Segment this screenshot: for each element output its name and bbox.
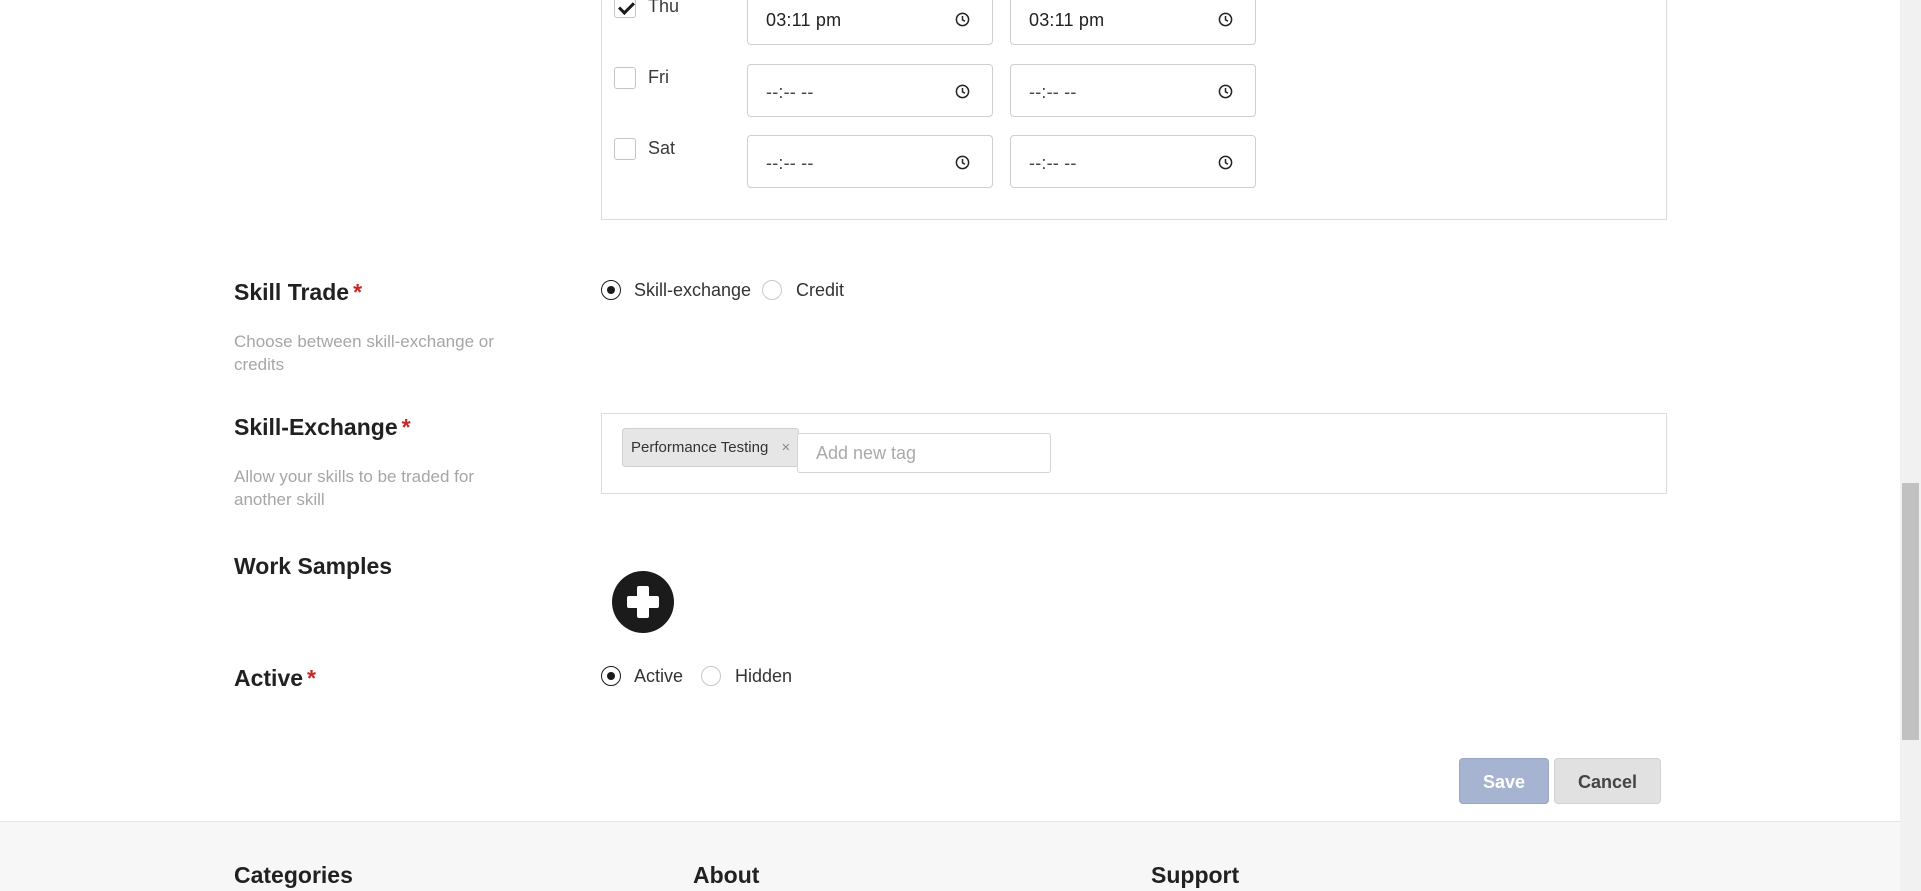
skill-trade-label-text: Skill Trade (234, 279, 350, 305)
end-time-input-sat[interactable]: --:-- -- (1010, 135, 1256, 188)
clock-icon[interactable] (1218, 155, 1233, 170)
active-label: Active * (234, 665, 316, 692)
clock-icon[interactable] (1218, 84, 1233, 99)
start-time-value-sat: --:-- -- (766, 153, 814, 173)
skill-trade-help: Choose between skill-exchange or credits (234, 332, 494, 374)
day-checkbox-thu[interactable] (614, 0, 636, 18)
required-marker: * (307, 665, 316, 691)
hidden-radio[interactable] (701, 666, 721, 686)
skill-exchange-help: Allow your skills to be traded for anoth… (234, 467, 474, 509)
required-marker: * (353, 279, 363, 305)
clock-icon[interactable] (955, 84, 970, 99)
footer-heading-categories: Categories (234, 862, 353, 888)
footer: Categories About Support (0, 821, 1900, 891)
start-time-input-fri[interactable]: --:-- -- (747, 64, 993, 117)
availability-row-fri: Fri --:-- -- --:-- -- (614, 64, 1264, 119)
skill-exchange-radio[interactable] (601, 280, 621, 300)
clock-icon[interactable] (955, 155, 970, 170)
skill-exchange-label-text: Skill-Exchange (234, 414, 398, 440)
clock-icon[interactable] (955, 12, 970, 27)
skill-exchange-label: Skill-Exchange * (234, 414, 411, 441)
credit-radio-label[interactable]: Credit (796, 280, 844, 301)
start-time-value-thu: 03:11 pm (766, 10, 842, 30)
availability-row-thu: Thu 03:11 pm 03:11 pm (614, 0, 1264, 48)
end-time-value-thu: 03:11 pm (1029, 10, 1105, 30)
active-radio-label[interactable]: Active (634, 666, 683, 687)
footer-heading-support: Support (1151, 862, 1240, 888)
tag-remove-icon[interactable]: × (782, 429, 791, 466)
skill-tag-label: Performance Testing (631, 439, 769, 456)
start-time-input-thu[interactable]: 03:11 pm (747, 0, 993, 45)
vertical-scrollbar[interactable] (1900, 0, 1921, 891)
day-checkbox-fri[interactable] (614, 67, 636, 89)
day-checkbox-sat[interactable] (614, 138, 636, 160)
day-label-thu: Thu (648, 0, 680, 16)
footer-heading-about: About (693, 862, 760, 888)
day-label-sat: Sat (648, 138, 676, 158)
save-button[interactable]: Save (1459, 758, 1549, 804)
work-samples-label: Work Samples (234, 553, 393, 579)
hidden-radio-label[interactable]: Hidden (735, 666, 792, 687)
skill-exchange-radio-label[interactable]: Skill-exchange (634, 280, 751, 301)
plus-circle-icon[interactable] (612, 571, 674, 633)
active-radio-group: Active Hidden (601, 666, 811, 690)
end-time-input-fri[interactable]: --:-- -- (1010, 64, 1256, 117)
start-time-value-fri: --:-- -- (766, 82, 814, 102)
skill-tags-box: Performance Testing × Add new tag (601, 413, 1667, 494)
scrollbar-thumb[interactable] (1902, 483, 1919, 740)
cancel-button[interactable]: Cancel (1554, 758, 1661, 804)
edit-service-page: Thu 03:11 pm 03:11 pm Fri --:-- -- --:--… (0, 0, 1921, 891)
credit-radio[interactable] (762, 280, 782, 300)
active-radio[interactable] (601, 666, 621, 686)
required-marker: * (401, 414, 411, 440)
end-time-value-fri: --:-- -- (1029, 82, 1077, 102)
end-time-value-sat: --:-- -- (1029, 153, 1077, 173)
end-time-input-thu[interactable]: 03:11 pm (1010, 0, 1256, 45)
day-label-fri: Fri (648, 67, 669, 87)
skill-tag: Performance Testing × (622, 428, 800, 467)
add-tag-input[interactable]: Add new tag (797, 433, 1051, 473)
skill-trade-label: Skill Trade * (234, 279, 362, 306)
clock-icon[interactable] (1218, 12, 1233, 27)
availability-row-sat: Sat --:-- -- --:-- -- (614, 135, 1264, 190)
active-label-text: Active (234, 665, 304, 691)
start-time-input-sat[interactable]: --:-- -- (747, 135, 993, 188)
skill-trade-radio-group: Skill-exchange Credit (601, 280, 861, 304)
